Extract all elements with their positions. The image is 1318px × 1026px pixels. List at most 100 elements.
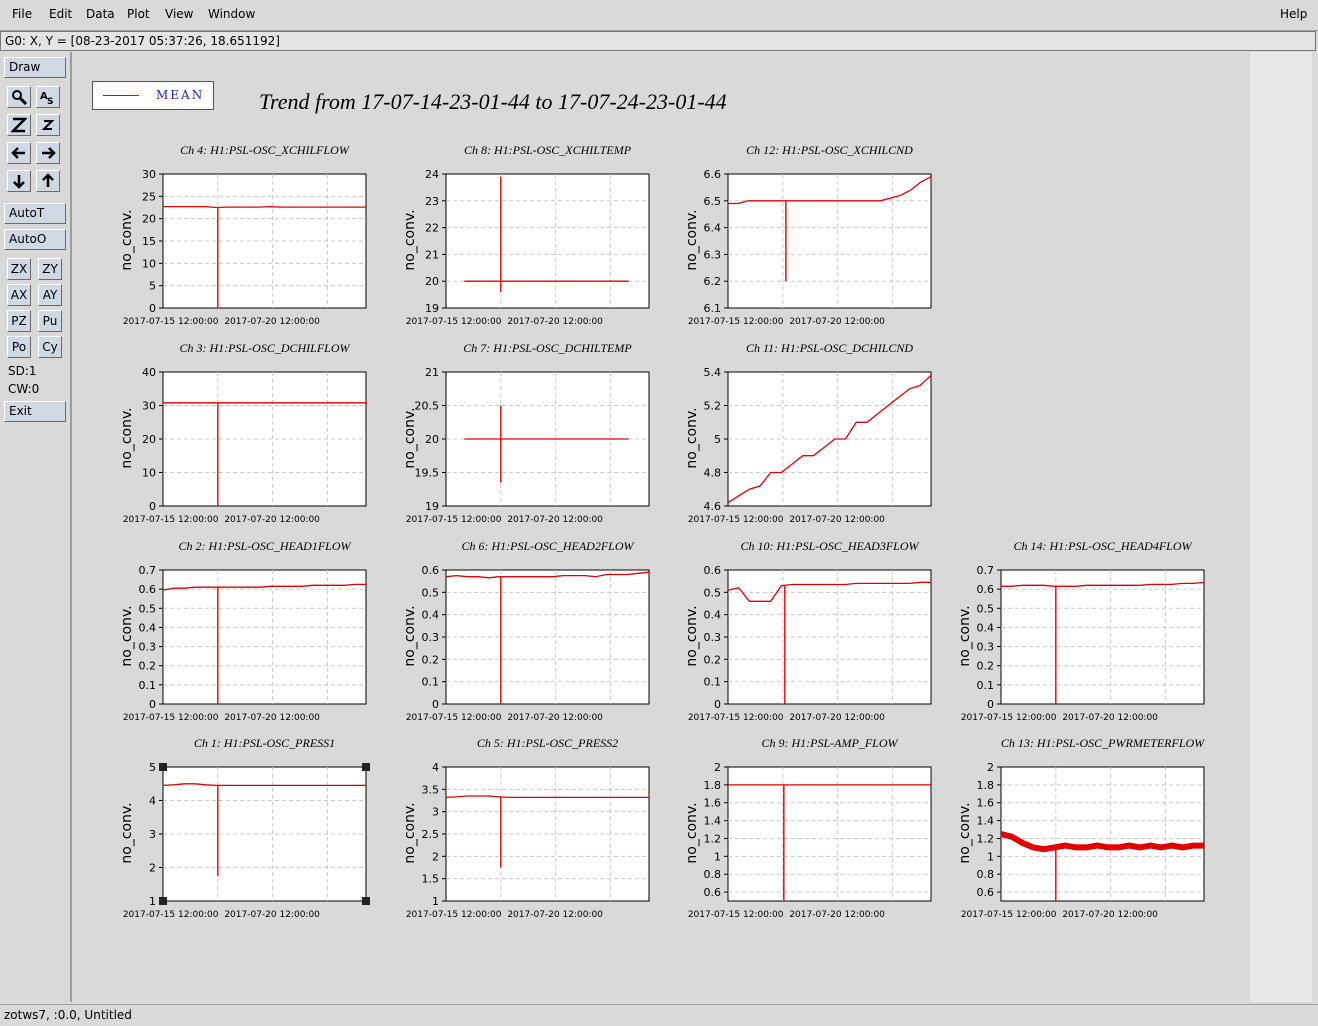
- plot-background: [1000, 569, 1205, 705]
- y-tick-label: 15: [142, 235, 156, 248]
- cy-button[interactable]: Cy: [38, 336, 62, 358]
- y-tick-label: 0: [987, 698, 994, 711]
- chart-plot-area[interactable]: 0 0.1 0.2 0.3 0.4 0.5 0.6 0.7 2017-07-15 12:00:0…: [123, 562, 386, 726]
- selection-handle[interactable]: [362, 897, 370, 905]
- chart-title: Ch 10: H1:PSL-OSC_HEAD3FLOW: [740, 539, 919, 553]
- menu-bar: File Edit Data Plot View Window Help: [0, 0, 1318, 31]
- y-tick-label: 0.4: [139, 621, 157, 634]
- draw-button[interactable]: Draw: [4, 57, 66, 78]
- menu-view[interactable]: View: [165, 7, 193, 21]
- chart-title: Ch 7: H1:PSL-OSC_DCHILTEMP: [463, 341, 632, 355]
- zoom-z-small-icon: [41, 120, 55, 130]
- zx-button[interactable]: ZX: [7, 258, 31, 280]
- chart-plot-area[interactable]: 1 1.5 2 2.5 3 3.5 4 2017-07-15 12:00:00 2017-07-…: [406, 759, 669, 923]
- y-tick-label: 1.6: [977, 797, 995, 810]
- zoom-tool-button[interactable]: [7, 86, 31, 108]
- y-tick-label: 20: [425, 275, 439, 288]
- menu-file[interactable]: File: [12, 7, 32, 21]
- y-tick-label: 2: [714, 761, 721, 774]
- x-tick-label: 2017-07-20 12:00:00: [224, 713, 320, 723]
- exit-button[interactable]: Exit: [4, 401, 66, 422]
- x-tick-label: 2017-07-15 12:00:00: [123, 713, 219, 723]
- chart-title: Ch 6: H1:PSL-OSC_HEAD2FLOW: [461, 539, 634, 553]
- arrow-up-icon: [42, 173, 54, 187]
- y-tick-label: 4: [149, 795, 156, 808]
- autoo-button[interactable]: AutoO: [4, 229, 66, 250]
- pz-button[interactable]: PZ: [7, 310, 31, 332]
- chart-title: Ch 14: H1:PSL-OSC_HEAD4FLOW: [1013, 539, 1192, 553]
- y-tick-label: 25: [142, 190, 156, 203]
- y-tick-label: 1.2: [704, 832, 722, 845]
- y-tick-label: 0.4: [704, 609, 722, 622]
- selection-handle[interactable]: [159, 763, 167, 771]
- selection-handle[interactable]: [159, 897, 167, 905]
- arrow-down-icon: [13, 175, 25, 189]
- x-tick-label: 2017-07-15 12:00:00: [406, 317, 502, 327]
- x-tick-label: 2017-07-15 12:00:00: [123, 515, 219, 525]
- y-tick-label: 6.4: [704, 222, 722, 235]
- menu-data[interactable]: Data: [86, 7, 115, 21]
- pan-left-button[interactable]: [7, 142, 31, 164]
- chart-plot-area[interactable]: 0 0.1 0.2 0.3 0.4 0.5 0.6 2017-07-15 12:00:00 20…: [406, 562, 669, 726]
- chart-title: Ch 2: H1:PSL-OSC_HEAD1FLOW: [178, 539, 351, 553]
- chart-plot-area[interactable]: 19 20 21 22 23 24 2017-07-15 12:00:00 2017-07-2…: [406, 166, 669, 330]
- chart-plot-area[interactable]: 4.6 4.8 5 5.2 5.4 2017-07-15 12:00:00 2017-07-…: [688, 364, 951, 528]
- y-tick-label: 20.5: [415, 400, 440, 413]
- y-tick-label: 1.5: [422, 873, 440, 886]
- status-bar: zotws7, :0.0, Untitled: [0, 1004, 1318, 1026]
- chart-plot-area[interactable]: 19 19.5 20 20.5 21 2017-07-15 12:00:00 2017-07…: [406, 364, 669, 528]
- chart-plot-area[interactable]: 1 2 3 4 5 2017-07-15 12:00:00 2017-07-20 12:00…: [123, 759, 386, 923]
- ax-button[interactable]: AX: [7, 284, 31, 306]
- y-tick-label: 0: [714, 698, 721, 711]
- y-tick-label: 24: [425, 168, 439, 181]
- chart-plot-area[interactable]: 0 10 20 30 40 2017-07-15 12:00:00 2017-07-20 1…: [123, 364, 386, 528]
- text-tool-button[interactable]: AS: [36, 86, 60, 108]
- y-tick-label: 0.3: [704, 631, 722, 644]
- pu-button[interactable]: Pu: [38, 310, 62, 332]
- pan-up-button[interactable]: [36, 170, 60, 192]
- y-tick-label: 0.7: [977, 564, 995, 577]
- zoom-out-button[interactable]: [36, 114, 60, 136]
- chart-title: Ch 8: H1:PSL-OSC_XCHILTEMP: [463, 143, 632, 157]
- y-tick-label: 1.8: [704, 779, 722, 792]
- chart-plot-area[interactable]: 0.6 0.8 1 1.2 1.4 1.6 1.8 2 2017-07-15 12:00:00 2…: [961, 759, 1224, 923]
- y-tick-label: 1: [432, 895, 439, 908]
- y-tick-label: 1.4: [704, 815, 722, 828]
- chart-plot-area[interactable]: 6.1 6.2 6.3 6.4 6.5 6.6 2017-07-15 12:00:00 201…: [688, 166, 951, 330]
- y-tick-label: 0.2: [977, 660, 995, 673]
- menu-plot[interactable]: Plot: [127, 7, 150, 21]
- ay-button[interactable]: AY: [38, 284, 62, 306]
- chart-plot-area[interactable]: 0 5 10 15 20 25 30 2017-07-15 12:00:00 2017-07-2…: [123, 166, 386, 330]
- y-tick-label: 20: [142, 213, 156, 226]
- menu-window[interactable]: Window: [208, 7, 255, 21]
- sd-label: SD:1: [8, 364, 37, 378]
- chart-plot-area[interactable]: 0.6 0.8 1 1.2 1.4 1.6 1.8 2 2017-07-15 12:00:00 2…: [688, 759, 951, 923]
- legend-line-swatch: [103, 95, 139, 96]
- chart-plot-area[interactable]: 0 0.1 0.2 0.3 0.4 0.5 0.6 2017-07-15 12:00:00 20…: [688, 562, 951, 726]
- coordinate-readout-bar: G0: X, Y = [08-23-2017 05:37:26, 18.6511…: [0, 31, 1316, 51]
- y-tick-label: 2: [987, 761, 994, 774]
- autot-button[interactable]: AutoT: [4, 203, 66, 224]
- y-tick-label: 0.4: [422, 609, 440, 622]
- po-button[interactable]: Po: [7, 336, 31, 358]
- x-tick-label: 2017-07-15 12:00:00: [406, 910, 502, 920]
- y-tick-label: 0.6: [139, 583, 157, 596]
- chart-plot-area[interactable]: 0 0.1 0.2 0.3 0.4 0.5 0.6 0.7 2017-07-15 12:00:0…: [961, 562, 1224, 726]
- y-tick-label: 2: [432, 850, 439, 863]
- y-tick-label: 40: [142, 366, 156, 379]
- plot-background: [1000, 766, 1205, 902]
- selection-handle[interactable]: [362, 763, 370, 771]
- pan-down-button[interactable]: [7, 170, 31, 192]
- status-text: zotws7, :0.0, Untitled: [4, 1008, 132, 1022]
- y-tick-label: 6.5: [704, 195, 722, 208]
- x-tick-label: 2017-07-20 12:00:00: [789, 515, 885, 525]
- x-tick-label: 2017-07-15 12:00:00: [123, 317, 219, 327]
- menu-edit[interactable]: Edit: [49, 7, 72, 21]
- y-tick-label: 0.5: [139, 602, 157, 615]
- menu-help[interactable]: Help: [1280, 7, 1307, 21]
- zoom-in-button[interactable]: [7, 114, 31, 136]
- magnifier-icon: [12, 90, 28, 106]
- zy-button[interactable]: ZY: [38, 258, 62, 280]
- y-tick-label: 0.3: [977, 641, 995, 654]
- pan-right-button[interactable]: [36, 142, 60, 164]
